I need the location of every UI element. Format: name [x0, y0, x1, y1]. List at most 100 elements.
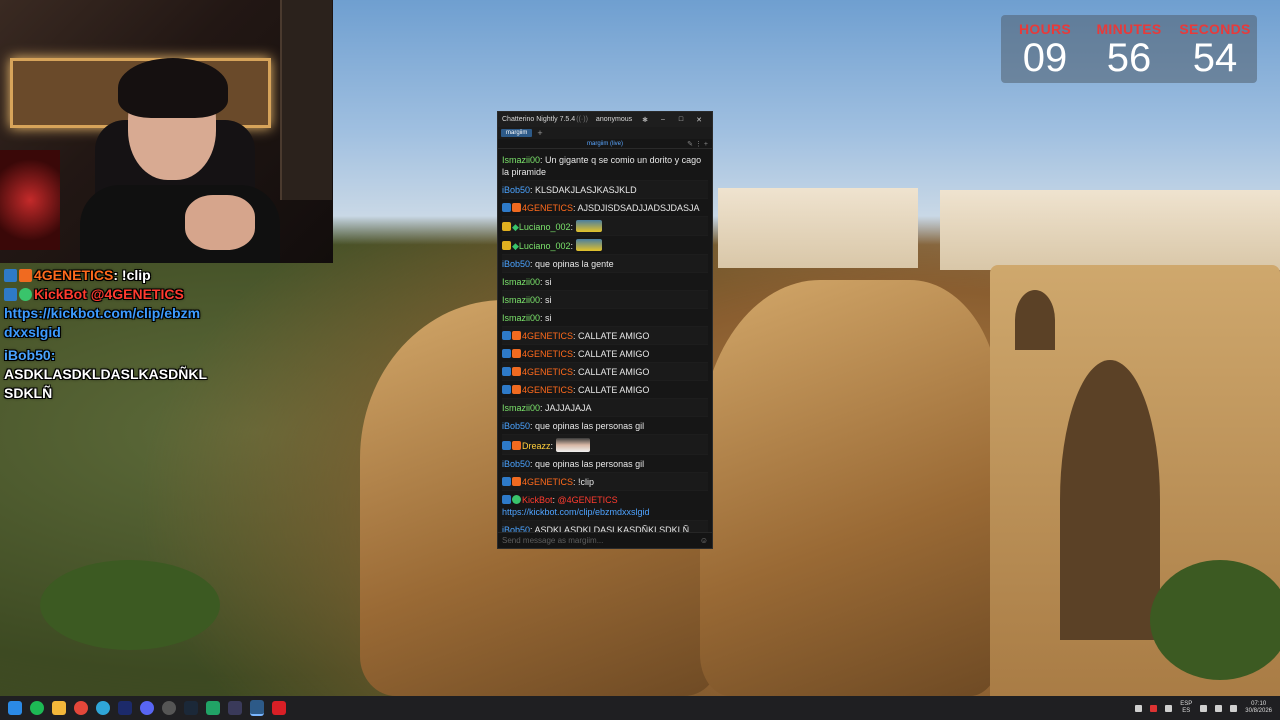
tab-margiim[interactable]: margiim [501, 129, 533, 137]
minimize-icon[interactable]: – [654, 116, 672, 123]
chat-username[interactable]: 4GENETICS [522, 349, 573, 359]
chevron-up-icon[interactable] [1135, 704, 1143, 712]
sub-badge-icon [512, 476, 521, 486]
split-menu-icon[interactable]: ✎ ⋮ + [687, 140, 708, 148]
kick-badge-icon [4, 269, 17, 282]
message-input[interactable]: Send message as margiim... ☺ [498, 532, 712, 548]
chat-text: que opinas las personas gil [535, 420, 645, 431]
add-tab-icon[interactable]: + [537, 128, 542, 138]
chat-text: que opinas la gente [535, 258, 614, 269]
bookshelf [280, 0, 332, 200]
chat-message: Ismazii00: si [502, 273, 708, 291]
input-placeholder: Send message as margiim... [502, 536, 604, 545]
settings-gear-icon[interactable]: ✱ [642, 116, 648, 124]
chat-username[interactable]: Ismazii00 [502, 295, 540, 305]
chat-text: si [545, 294, 552, 305]
taskbar: ESP ES 07:10 30/8/2026 [0, 696, 1280, 720]
chat-text: AJSDJISDSADJJADSJDASJA [577, 202, 700, 213]
chat-username[interactable]: iBob50 [502, 421, 530, 431]
chat-text: !clip [578, 476, 595, 487]
chat-username[interactable]: Ismazii00 [502, 403, 540, 413]
chat-link[interactable]: https://kickbot.com/clip/ebzmdxxslgid [502, 507, 650, 517]
chat-message: Ismazii00: JAJJAJAJA [502, 399, 708, 417]
chat-username[interactable]: iBob50 [502, 259, 530, 269]
red-light [0, 150, 60, 250]
language-indicator[interactable]: ESP ES [1180, 701, 1192, 715]
overlay-line: 4GENETICS: !clip [4, 266, 234, 285]
spotify-icon[interactable] [30, 701, 44, 715]
streamer-mode-icon[interactable]: ((·)) [576, 116, 588, 123]
overlay-text: @4GENETICS [90, 286, 184, 302]
chat-text: si [545, 276, 552, 287]
clock[interactable]: 07:10 30/8/2026 [1245, 701, 1272, 715]
premiere-icon[interactable] [118, 701, 132, 715]
channel-header: margiim (live) [587, 140, 623, 147]
app-icon[interactable] [272, 701, 286, 715]
chat-username[interactable]: iBob50 [502, 185, 530, 195]
sub-badge-icon [512, 348, 521, 358]
chat-username[interactable]: KickBot [522, 495, 553, 505]
chat-text: CALLATE AMIGO [578, 366, 650, 377]
chat-username[interactable]: Luciano_002 [519, 222, 571, 232]
file-explorer-icon[interactable] [52, 701, 66, 715]
chat-username[interactable]: Ismazii00 [502, 277, 540, 287]
chat-username[interactable]: 4GENETICS [522, 367, 573, 377]
stream-chat-overlay: 4GENETICS: !clip KickBot @4GENETICS http… [4, 266, 234, 403]
account-switcher[interactable]: anonymous [596, 116, 632, 123]
volume-icon[interactable] [1215, 704, 1223, 712]
seconds-column: SECONDS 54 [1175, 21, 1255, 79]
microphone-icon[interactable] [1165, 704, 1173, 712]
chat-username[interactable]: Ismazii00 [502, 155, 540, 165]
emote-image [575, 219, 602, 232]
chat-username[interactable]: Dreazz [522, 441, 551, 451]
steam-icon[interactable] [184, 701, 198, 715]
split-header[interactable]: margiim (live) ✎ ⋮ + [498, 139, 712, 149]
chat-message: 4GENETICS: CALLATE AMIGO [502, 345, 708, 363]
battery-icon[interactable] [1230, 704, 1238, 712]
sub-badge-icon [512, 440, 521, 450]
overlay-link[interactable]: dxxslgid [4, 324, 61, 340]
chat-text: CALLATE AMIGO [578, 384, 650, 395]
kick-badge-icon [502, 330, 511, 340]
chat-username[interactable]: 4GENETICS [522, 477, 573, 487]
app-icon[interactable] [206, 701, 220, 715]
chatterino-window[interactable]: Chatterino Nightly 7.5.4 ((·)) anonymous… [497, 111, 713, 549]
overlay-link[interactable]: https://kickbot.com/clip/ebzm [4, 305, 200, 321]
chat-username[interactable]: iBob50 [502, 459, 530, 469]
sub-badge-icon [19, 269, 32, 282]
emote-image [575, 238, 602, 251]
overlay-sep: : [113, 267, 119, 283]
overlay-line: iBob50: ASDKLASDKLDASLKASDÑKL SDKLÑ [4, 346, 234, 403]
chat-message: iBob50: KLSDAKJLASJKASJKLD [502, 181, 708, 199]
chat-message: ◆Luciano_002: [502, 217, 708, 236]
edge-icon[interactable] [96, 701, 110, 715]
obs-icon[interactable] [162, 701, 176, 715]
windows-start-icon[interactable] [8, 701, 22, 715]
kick-badge-icon [502, 366, 511, 376]
chatterino-taskbar-icon[interactable] [250, 700, 264, 716]
chat-username[interactable]: Luciano_002 [519, 241, 571, 251]
person-hair [118, 58, 228, 118]
emote-picker-icon[interactable]: ☺ [700, 536, 708, 545]
tray-app-icon[interactable] [1150, 704, 1158, 712]
bot-badge-icon [512, 494, 521, 504]
chat-username[interactable]: Ismazii00 [502, 313, 540, 323]
app-icon[interactable] [228, 701, 242, 715]
maximize-icon[interactable]: □ [672, 116, 690, 123]
chat-text: CALLATE AMIGO [578, 330, 650, 341]
chat-message: iBob50: que opinas la gente [502, 255, 708, 273]
chat-username[interactable]: 4GENETICS [522, 331, 573, 341]
chat-message: iBob50: que opinas las personas gil [502, 417, 708, 435]
hours-column: HOURS 09 [1005, 21, 1085, 79]
title-bar[interactable]: Chatterino Nightly 7.5.4 ((·)) anonymous… [498, 112, 712, 127]
chrome-icon[interactable] [74, 701, 88, 715]
close-icon[interactable]: ✕ [690, 116, 708, 124]
chat-username[interactable]: 4GENETICS [522, 385, 573, 395]
discord-icon[interactable] [140, 701, 154, 715]
message-list[interactable]: Ismazii00: Un gigante q se comio un dori… [498, 149, 712, 541]
overlay-text: !clip [121, 267, 151, 283]
diamond-badge-icon: ◆ [512, 221, 519, 232]
chat-message: Dreazz: [502, 435, 708, 455]
network-icon[interactable] [1200, 704, 1208, 712]
chat-username[interactable]: 4GENETICS [522, 203, 573, 213]
